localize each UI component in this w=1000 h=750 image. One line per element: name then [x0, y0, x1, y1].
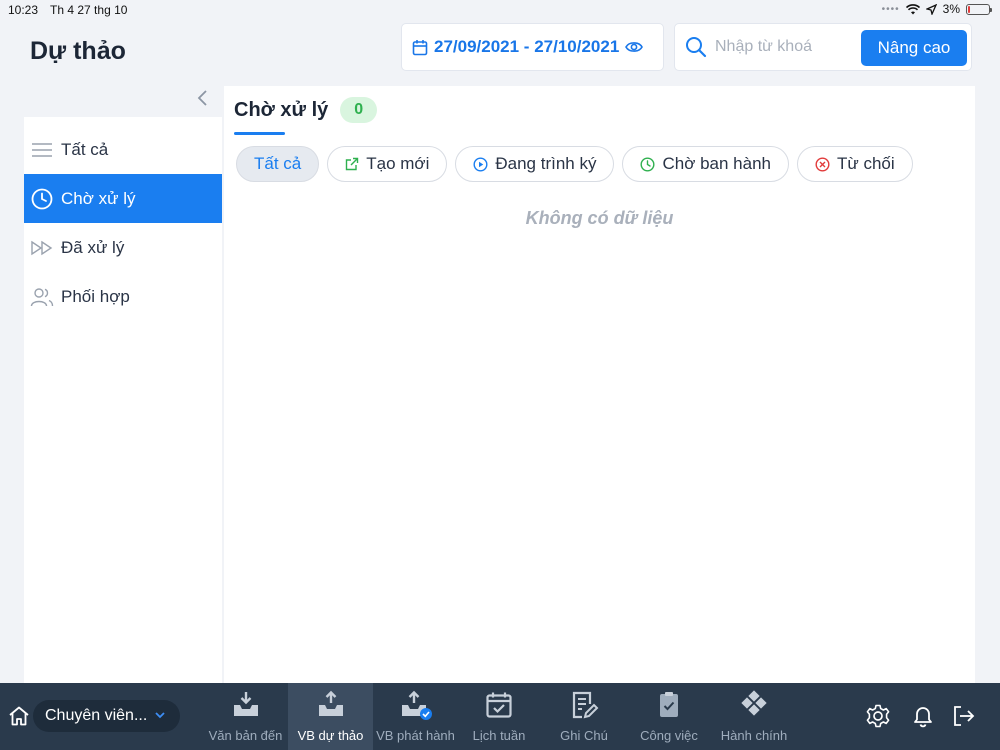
filter-signing[interactable]: Đang trình ký: [455, 146, 615, 182]
play-circle-icon: [473, 156, 488, 172]
bell-icon[interactable]: [910, 703, 936, 729]
diamond-grid-icon: [741, 690, 767, 716]
eye-icon[interactable]: [625, 40, 644, 54]
page-title: Dự thảo: [30, 37, 126, 65]
section-title: Chờ xử lý: [234, 98, 329, 121]
nav-label: Lịch tuần: [472, 728, 526, 743]
sidebar-item-all[interactable]: Tất cả: [24, 125, 222, 174]
empty-state-text: Không có dữ liệu: [525, 208, 674, 228]
section-header: Chờ xử lý 0: [234, 97, 378, 123]
location-arrow-icon: [925, 3, 937, 15]
nav-label: Văn bản đến: [208, 728, 283, 743]
x-circle-icon: [815, 156, 830, 172]
external-link-icon: [346, 157, 359, 171]
nav-label: Công việc: [640, 728, 698, 743]
nav-label: Hành chính: [720, 728, 788, 743]
sidebar-item-label: Đã xử lý: [61, 237, 125, 257]
filter-all[interactable]: Tất cả: [236, 146, 320, 182]
date-range-text: 27/09/2021 - 27/10/2021: [434, 37, 620, 56]
search-icon: [686, 37, 707, 58]
bottom-bar: Chuyên viên... Văn bản đến VB dự thảo VB…: [0, 683, 1000, 750]
status-bar: 10:23 Th 4 27 thg 10 •••• 3%: [0, 0, 1000, 20]
nav-tasks[interactable]: Công việc: [628, 683, 710, 750]
nav-published[interactable]: VB phát hành: [373, 683, 458, 750]
nav-label: VB dự thảo: [297, 728, 364, 743]
status-date: Th 4 27 thg 10: [50, 3, 128, 17]
section-title-underline: [234, 132, 285, 135]
sidebar-item-label: Phối hợp: [61, 286, 130, 306]
filter-new[interactable]: Tạo mới: [327, 146, 448, 182]
clipboard-check-icon: [660, 692, 678, 717]
signal-dots-icon: ••••: [881, 3, 900, 15]
fast-forward-icon: [23, 240, 61, 256]
nav-drafts[interactable]: VB dự thảo: [288, 683, 373, 750]
role-select-value: Chuyên viên...: [45, 707, 148, 724]
count-badge: 0: [340, 97, 378, 123]
nav-weekly-schedule[interactable]: Lịch tuần: [458, 683, 540, 750]
calendar-icon: [412, 39, 428, 55]
battery-percent: 3%: [942, 2, 960, 16]
filter-rejected[interactable]: Từ chối: [796, 146, 913, 182]
filter-awaiting-issue[interactable]: Chờ ban hành: [622, 146, 789, 182]
home-icon[interactable]: [8, 705, 30, 727]
users-icon: [23, 287, 61, 307]
inbox-published-icon: [401, 690, 432, 720]
status-right: •••• 3%: [881, 2, 992, 16]
role-select[interactable]: Chuyên viên...: [33, 700, 180, 732]
search-box: Nâng cao: [674, 23, 972, 71]
nav-notes[interactable]: Ghi Chú: [543, 683, 625, 750]
filter-label: Chờ ban hành: [662, 154, 771, 173]
filter-label: Đang trình ký: [495, 154, 597, 173]
filter-label: Tạo mới: [366, 154, 430, 173]
filter-label: Từ chối: [836, 154, 895, 173]
note-edit-icon: [572, 691, 599, 719]
inbox-out-icon: [318, 690, 343, 716]
sidebar: Tất cả Chờ xử lý Đã xử lý Phối hợp: [24, 117, 222, 683]
inbox-in-icon: [233, 692, 258, 716]
battery-icon: [966, 3, 992, 15]
date-range-picker[interactable]: 27/09/2021 - 27/10/2021: [401, 23, 664, 71]
clock-icon: [640, 156, 655, 172]
sidebar-item-label: Tất cả: [61, 139, 109, 159]
sidebar-item-coordinate[interactable]: Phối hợp: [24, 272, 222, 321]
nav-incoming[interactable]: Văn bản đến: [203, 683, 288, 750]
filter-chips: Tất cả Tạo mới Đang trình ký Chờ ban hàn…: [236, 146, 913, 182]
sidebar-item-pending[interactable]: Chờ xử lý: [24, 174, 222, 223]
status-time: 10:23: [8, 3, 39, 17]
nav-label: Ghi Chú: [560, 728, 608, 743]
search-input[interactable]: [715, 38, 855, 56]
filter-label: Tất cả: [254, 154, 302, 173]
wifi-icon: [905, 3, 920, 14]
nav-administration[interactable]: Hành chính: [713, 683, 795, 750]
menu-icon: [23, 142, 61, 158]
calendar-check-icon: [486, 692, 512, 718]
chevron-down-icon: [155, 712, 165, 719]
logout-icon[interactable]: [951, 703, 977, 729]
sidebar-item-processed[interactable]: Đã xử lý: [24, 223, 222, 272]
main-panel: Chờ xử lý 0 Tất cả Tạo mới Đang trình ký…: [224, 86, 975, 683]
nav-label: VB phát hành: [376, 728, 455, 743]
clock-icon: [23, 188, 61, 210]
sidebar-item-label: Chờ xử lý: [61, 188, 136, 208]
advanced-search-button[interactable]: Nâng cao: [861, 30, 967, 66]
chevron-left-icon[interactable]: [194, 88, 212, 108]
gear-icon[interactable]: [865, 703, 891, 729]
